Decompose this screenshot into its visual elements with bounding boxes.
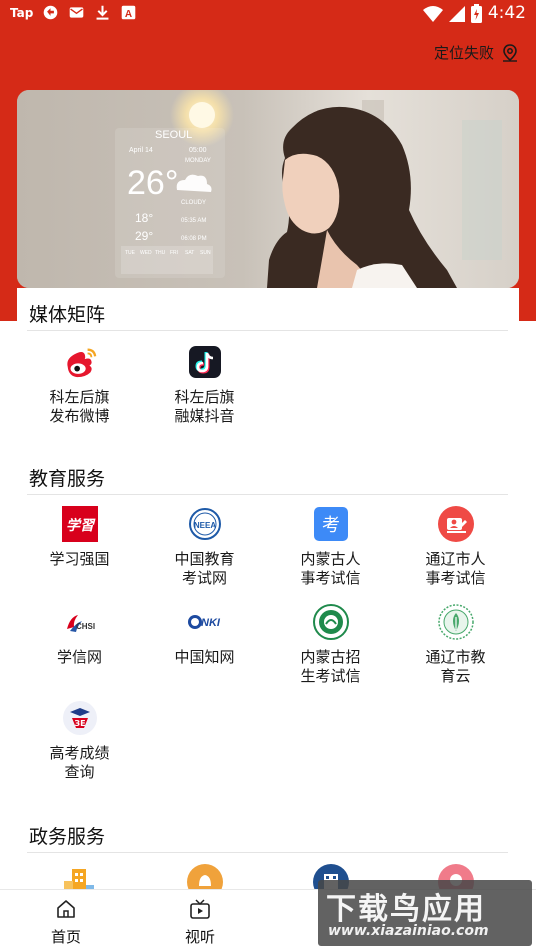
banner-weather: CLOUDY — [181, 200, 206, 206]
government-divider — [27, 852, 508, 853]
svg-text:学習: 学習 — [66, 517, 96, 534]
edu-item-label: 学信网 — [56, 648, 102, 666]
status-bar: Tap A 4:42 — [0, 0, 536, 28]
douyin-icon — [187, 344, 223, 380]
government-section-title: 政务服务 — [29, 826, 106, 848]
svg-text:ЗE: ЗE — [74, 719, 85, 728]
banner-day-2: WED — [140, 250, 152, 256]
edu-item-label: 中国知网 — [174, 648, 235, 666]
education-section-title: 教育服务 — [29, 468, 106, 490]
bell-badge-icon — [186, 864, 223, 889]
banner-day-1: TUE — [125, 250, 136, 256]
a-app-icon: A — [122, 5, 136, 20]
main-content: 媒体矩阵 科左后旗发布微博 科左后旗融媒抖音 教育服务 学習 学习强国 NEEA… — [17, 288, 519, 889]
media-item-label: 科左后旗发布微博 — [49, 388, 110, 425]
media-section-title: 媒体矩阵 — [29, 304, 106, 326]
svg-text:CHSI: CHSI — [76, 622, 95, 631]
edu-item-cnki[interactable]: NKI 中国知网 — [142, 604, 267, 667]
edu-item-label: 内蒙古人事考试信 — [300, 550, 361, 587]
banner-day-5: SAT — [185, 250, 194, 256]
banner-city: SEOUL — [155, 129, 192, 141]
gov-item-2[interactable] — [142, 864, 267, 889]
edu-item-xuexi[interactable]: 学習 学习强国 — [17, 506, 142, 569]
xuexi-icon: 学習 — [61, 506, 98, 542]
neea-icon: NEEA — [187, 506, 223, 542]
battery-icon — [470, 3, 482, 23]
chsi-icon: CHSI — [62, 604, 98, 640]
edu-item-label: 学习强国 — [49, 550, 110, 568]
watermark-url: www.xiazainiao.com — [328, 923, 489, 939]
edu-item-label: 高考成绩查询 — [49, 744, 110, 781]
gaokao-icon: ЗE — [62, 700, 98, 736]
edu-item-label: 通辽市教育云 — [425, 648, 486, 685]
nav-video[interactable]: 视听 — [160, 898, 240, 947]
education-divider — [27, 494, 508, 495]
banner-time1: 05:00 — [189, 147, 207, 154]
svg-text:NKI: NKI — [201, 617, 221, 629]
banner-image: SEOUL April 14 05:00 MONDAY 26° CLOUDY 1… — [17, 90, 519, 288]
banner-time2: 05:35 AM — [181, 218, 206, 224]
video-icon — [190, 899, 210, 919]
kao-icon: 考 — [313, 506, 349, 542]
banner-day-3: THU — [155, 250, 166, 256]
svg-text:考: 考 — [322, 515, 340, 536]
home-icon — [57, 900, 75, 918]
banner-time3: 06:08 PM — [181, 236, 207, 242]
watermark-main: 下载鸟应用 — [326, 892, 486, 927]
edu-item-label: 中国教育考试网 — [174, 550, 235, 587]
edu-item-label: 通辽市人事考试信 — [425, 550, 486, 587]
weibo-icon — [62, 344, 98, 380]
media-item-douyin[interactable]: 科左后旗融媒抖音 — [142, 344, 267, 426]
media-divider — [27, 330, 508, 331]
svg-text:A: A — [125, 9, 133, 20]
location-pin-icon — [503, 43, 517, 62]
download-icon — [96, 5, 109, 20]
nav-home-label: 首页 — [50, 928, 81, 946]
sync-icon — [44, 5, 58, 20]
edu-item-label: 内蒙古招生考试信 — [300, 648, 361, 685]
tap-app-label: Tap — [10, 5, 34, 20]
banner-high: 29° — [135, 229, 153, 243]
gov-item-1[interactable] — [17, 864, 142, 889]
edu-item-tongliao-renshi[interactable]: 通辽市人事考试信 — [393, 506, 518, 588]
nm-zhaosheng-icon — [312, 604, 349, 640]
tongliao-exam-icon — [437, 506, 474, 542]
cnki-icon: NKI — [187, 604, 223, 640]
banner-weekday: MONDAY — [185, 158, 211, 164]
edu-item-chsi[interactable]: CHSI 学信网 — [17, 604, 142, 667]
tongliao-edu-icon — [437, 604, 474, 640]
clock: 4:42 — [487, 3, 526, 23]
edu-item-tongliao-edu[interactable]: 通辽市教育云 — [393, 604, 518, 686]
media-item-weibo[interactable]: 科左后旗发布微博 — [17, 344, 142, 426]
edu-item-neea[interactable]: NEEA 中国教育考试网 — [142, 506, 267, 588]
banner-day-6: SUN — [200, 250, 211, 256]
mail-icon — [70, 7, 84, 18]
media-item-label: 科左后旗融媒抖音 — [174, 388, 235, 425]
signal-icon — [448, 5, 465, 22]
banner-carousel[interactable]: SEOUL April 14 05:00 MONDAY 26° CLOUDY 1… — [17, 90, 519, 288]
edu-item-gaokao[interactable]: ЗE 高考成绩查询 — [17, 700, 142, 782]
edu-item-nm-renshi[interactable]: 考 内蒙古人事考试信 — [268, 506, 393, 588]
wifi-icon — [422, 5, 443, 22]
banner-low: 18° — [135, 211, 153, 225]
location-button[interactable]: 定位失败 — [434, 42, 520, 63]
nav-video-label: 视听 — [184, 928, 215, 946]
banner-day-4: FRI — [170, 250, 178, 256]
nav-home[interactable]: 首页 — [26, 898, 106, 947]
banner-temperature: 26° — [127, 164, 178, 202]
watermark: 下载鸟应用 www.xiazainiao.com — [318, 880, 532, 946]
location-text: 定位失败 — [433, 44, 494, 62]
banner-date: April 14 — [129, 147, 153, 154]
edu-item-nm-zhaosheng[interactable]: 内蒙古招生考试信 — [268, 604, 393, 686]
svg-text:NEEA: NEEA — [193, 521, 215, 530]
building-icon — [62, 864, 98, 889]
